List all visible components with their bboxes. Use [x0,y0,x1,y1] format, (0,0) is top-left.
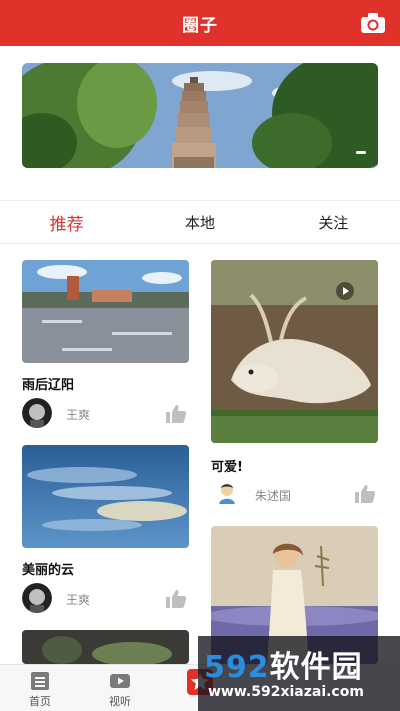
author-name[interactable]: 王爽 [66,406,90,423]
home-icon [31,672,49,690]
post-image-deer[interactable] [211,260,378,443]
category-tabs: 推荐 本地 关注 [0,200,400,244]
post-image-clouds[interactable] [22,445,189,548]
carousel-indicator [356,151,366,154]
app-header: 圈子 [0,0,400,46]
nav-home[interactable]: 首页 [10,665,70,711]
tab-recommend[interactable]: 推荐 [0,201,133,243]
avatar[interactable] [214,480,240,506]
post-image-plants[interactable] [22,630,189,664]
video-icon [110,674,130,688]
author-name[interactable]: 王爽 [66,591,90,608]
avatar[interactable] [22,583,52,613]
video-play-icon[interactable] [336,282,354,300]
nav-video[interactable]: 视听 [90,665,150,711]
page-title: 圈子 [182,15,218,36]
like-icon[interactable] [165,404,187,424]
avatar[interactable] [22,398,52,428]
tab-follow[interactable]: 关注 [267,201,400,243]
nav-label: 首页 [29,695,51,708]
camera-icon[interactable] [360,12,386,34]
post-title[interactable]: 雨后辽阳 [22,374,74,393]
like-icon[interactable] [165,589,187,609]
nav-label: 视听 [109,695,131,708]
post-title[interactable]: 美丽的云 [22,559,74,578]
watermark-logo: 592软件园 www.592xiazai.com [198,636,400,711]
post-image-rainy-street[interactable] [22,260,189,363]
author-name[interactable]: 朱述国 [255,487,291,504]
banner-image [22,63,378,168]
like-icon[interactable] [354,484,376,504]
post-title[interactable]: 可爱! [211,456,243,475]
tab-local[interactable]: 本地 [133,201,266,243]
banner-carousel[interactable] [22,63,378,168]
watermark-url: www.592xiazai.com [208,684,364,700]
